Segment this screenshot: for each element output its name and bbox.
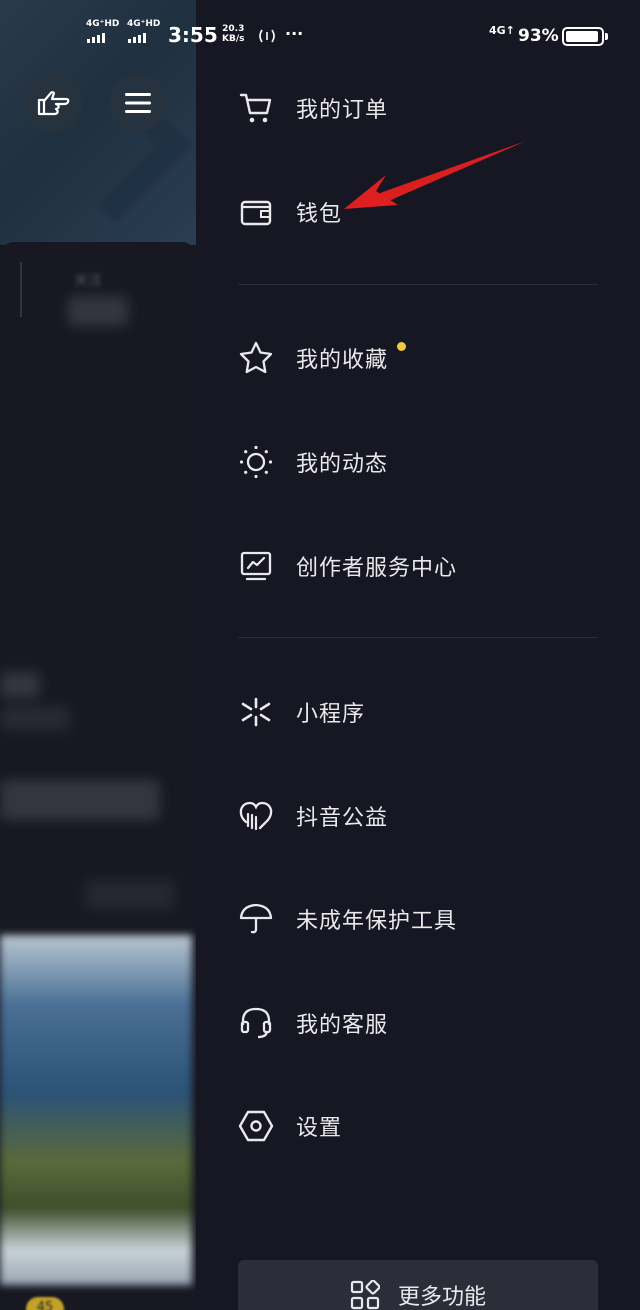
red-annotation-arrow xyxy=(344,141,526,209)
wallet-icon xyxy=(238,194,274,230)
status-bar: 4G⁺HD 4G⁺HD 3:55 20.3 KB/s ··· 4G↑ 93% xyxy=(0,0,640,70)
menu-divider xyxy=(238,284,598,285)
blurred-video-thumbnail xyxy=(0,935,192,1285)
hamburger-menu-icon xyxy=(125,93,151,113)
menu-item-settings[interactable]: 设置 xyxy=(196,1086,640,1166)
menu-item-my-activity[interactable]: 我的动态 xyxy=(196,422,640,502)
menu-label-charity: 抖音公益 xyxy=(296,806,389,831)
menu-label-mini-programs: 小程序 xyxy=(296,702,366,727)
charity-heart-icon xyxy=(238,798,274,834)
battery-percentage: 93% xyxy=(518,26,559,46)
umbrella-icon xyxy=(238,901,274,937)
cart-icon xyxy=(238,90,274,126)
settings-hexagon-icon xyxy=(238,1108,274,1144)
menu-divider xyxy=(238,637,598,638)
battery-icon xyxy=(562,27,608,46)
share-button[interactable] xyxy=(24,74,82,132)
menu-label-minor-protection: 未成年保护工具 xyxy=(296,909,458,934)
network-type-2: 4G⁺HD xyxy=(127,19,161,29)
signal-strength-icon xyxy=(128,33,146,43)
more-status-icon: ··· xyxy=(285,24,304,43)
star-icon xyxy=(238,340,274,376)
miniprogram-icon xyxy=(238,694,274,730)
pointing-hand-icon xyxy=(37,91,70,116)
background-profile-panel: 关注 45 xyxy=(0,0,196,1310)
network-type-right: 4G↑ xyxy=(489,24,515,37)
more-features-button[interactable]: 更多功能 xyxy=(238,1260,598,1310)
menu-item-favorites[interactable]: 我的收藏 xyxy=(196,318,640,398)
menu-item-mini-programs[interactable]: 小程序 xyxy=(196,672,640,752)
sun-icon xyxy=(238,444,274,480)
headset-icon xyxy=(238,1005,274,1041)
menu-item-minor-protection[interactable]: 未成年保护工具 xyxy=(196,879,640,959)
menu-item-creator-center[interactable]: 创作者服务中心 xyxy=(196,526,640,606)
more-features-label: 更多功能 xyxy=(397,1285,486,1310)
count-badge: 45 xyxy=(26,1297,64,1310)
menu-label-my-orders: 我的订单 xyxy=(296,98,389,123)
menu-label-wallet: 钱包 xyxy=(296,202,343,227)
creator-chart-icon xyxy=(238,548,274,584)
menu-item-customer-service[interactable]: 我的客服 xyxy=(196,983,640,1063)
clock: 3:55 xyxy=(168,23,218,47)
notification-dot xyxy=(397,342,406,351)
menu-label-settings: 设置 xyxy=(296,1116,343,1141)
menu-label-my-activity: 我的动态 xyxy=(296,452,389,477)
menu-label-creator-center: 创作者服务中心 xyxy=(296,556,458,581)
battery-level-fill xyxy=(566,31,598,42)
follow-label: 关注 xyxy=(74,273,102,289)
speed-unit: KB/s xyxy=(222,34,245,44)
menu-label-customer-service: 我的客服 xyxy=(296,1013,389,1038)
hotspot-icon xyxy=(259,29,275,43)
signal-strength-icon xyxy=(87,33,105,43)
menu-label-favorites: 我的收藏 xyxy=(296,348,389,373)
network-type-1: 4G⁺HD xyxy=(86,19,120,29)
menu-button[interactable] xyxy=(109,74,167,132)
grid-apps-icon xyxy=(350,1280,380,1310)
menu-item-charity[interactable]: 抖音公益 xyxy=(196,776,640,856)
speed-value: 20.3 xyxy=(222,24,245,34)
network-speed: 20.3 KB/s xyxy=(222,24,244,44)
